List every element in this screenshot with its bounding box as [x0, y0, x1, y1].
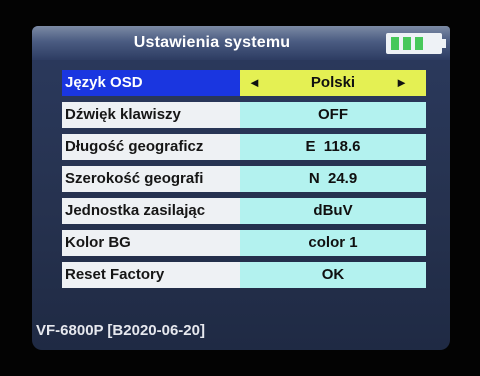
menu-item-label: Jednostka zasilając: [62, 198, 240, 224]
menu-item-background-color[interactable]: Kolor BG color 1: [62, 230, 426, 256]
menu-item-value[interactable]: color 1: [240, 230, 426, 256]
menu-item-label: Długość geograficz: [62, 134, 240, 160]
menu-item-value[interactable]: ◄ Polski ►: [240, 70, 426, 96]
menu-item-label: Szerokość geografi: [62, 166, 240, 192]
battery-bar: [391, 37, 399, 50]
battery-bar: [415, 37, 423, 50]
title-bar: Ustawienia systemu: [32, 26, 450, 60]
menu-item-osd-language[interactable]: Język OSD ◄ Polski ►: [62, 70, 426, 96]
arrow-left-icon[interactable]: ◄: [248, 70, 261, 96]
menu-item-value[interactable]: E 118.6: [240, 134, 426, 160]
firmware-version: VF-6800P [B2020-06-20]: [36, 322, 205, 339]
menu-item-label: Kolor BG: [62, 230, 240, 256]
menu-item-value[interactable]: N 24.9: [240, 166, 426, 192]
menu-item-latitude[interactable]: Szerokość geografi N 24.9: [62, 166, 426, 192]
menu-item-value[interactable]: OFF: [240, 102, 426, 128]
menu-item-power-unit[interactable]: Jednostka zasilając dBuV: [62, 198, 426, 224]
menu-item-label: Reset Factory: [62, 262, 240, 288]
menu-item-key-sound[interactable]: Dźwięk klawiszy OFF: [62, 102, 426, 128]
menu-item-value[interactable]: OK: [240, 262, 426, 288]
battery-terminal: [442, 39, 446, 48]
arrow-right-icon[interactable]: ►: [395, 70, 408, 96]
menu-item-reset-factory[interactable]: Reset Factory OK: [62, 262, 426, 288]
menu-item-label: Język OSD: [62, 70, 240, 96]
menu-item-longitude[interactable]: Długość geograficz E 118.6: [62, 134, 426, 160]
menu-item-value[interactable]: dBuV: [240, 198, 426, 224]
battery-bar: [403, 37, 411, 50]
page-title: Ustawienia systemu: [133, 34, 291, 51]
battery-icon: [386, 33, 446, 54]
menu-item-label: Dźwięk klawiszy: [62, 102, 240, 128]
value-text: Polski: [310, 74, 356, 91]
settings-screen: Ustawienia systemu Język OSD ◄ Polski ► …: [32, 26, 450, 350]
